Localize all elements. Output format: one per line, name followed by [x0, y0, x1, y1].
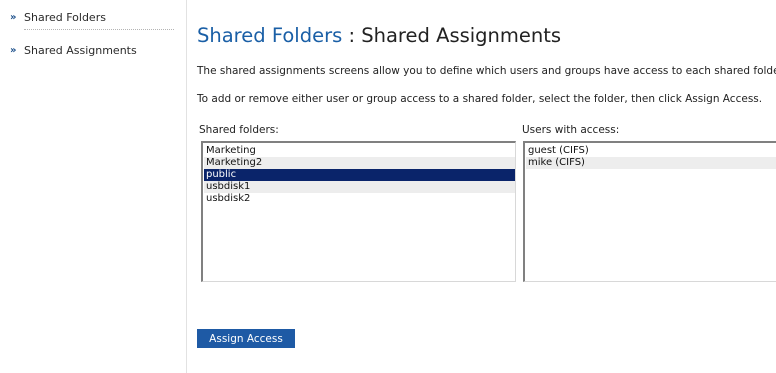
- list-item[interactable]: Marketing: [204, 145, 515, 157]
- list-item[interactable]: mike (CIFS): [526, 157, 776, 169]
- description-text: The shared assignments screens allow you…: [197, 65, 776, 77]
- page-title: Shared Folders : Shared Assignments: [197, 24, 561, 47]
- users-with-access-listbox[interactable]: guest (CIFS) mike (CIFS): [523, 141, 776, 282]
- list-item[interactable]: public: [204, 169, 515, 181]
- sidebar-divider: [24, 29, 174, 30]
- sidebar-item-label: Shared Folders: [24, 10, 106, 24]
- list-item[interactable]: guest (CIFS): [526, 145, 776, 157]
- sidebar-item-label: Shared Assignments: [24, 43, 137, 57]
- sidebar-item-shared-folders[interactable]: » Shared Folders: [10, 9, 106, 25]
- sidebar: » Shared Folders » Shared Assignments: [0, 0, 186, 373]
- shared-folders-listbox[interactable]: Marketing Marketing2 public usbdisk1 usbdisk…: [201, 141, 516, 282]
- breadcrumb-shared-folders-link[interactable]: Shared Folders: [197, 24, 342, 47]
- users-with-access-label: Users with access:: [522, 124, 620, 136]
- sidebar-item-shared-assignments[interactable]: » Shared Assignments: [10, 42, 137, 58]
- list-item[interactable]: Marketing2: [204, 157, 515, 169]
- list-item[interactable]: usbdisk2: [204, 193, 515, 205]
- sidebar-separator: [186, 0, 187, 373]
- instruction-text: To add or remove either user or group ac…: [197, 93, 763, 105]
- shared-folders-label: Shared folders:: [199, 124, 279, 136]
- list-item[interactable]: usbdisk1: [204, 181, 515, 193]
- assign-access-button[interactable]: Assign Access: [197, 329, 295, 348]
- double-chevron-right-icon: »: [10, 44, 17, 56]
- double-chevron-right-icon: »: [10, 11, 17, 23]
- breadcrumb-current: Shared Assignments: [361, 24, 562, 47]
- breadcrumb-separator: :: [342, 24, 362, 47]
